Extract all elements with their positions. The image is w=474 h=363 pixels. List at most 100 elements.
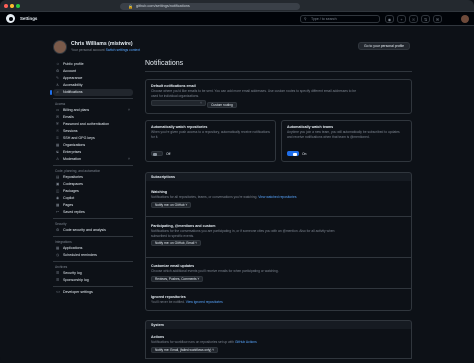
sidebar-divider bbox=[53, 261, 133, 262]
watch-teams-title: Automatically watch teams bbox=[287, 125, 334, 129]
profile-account-type: Your personal account bbox=[71, 48, 105, 52]
inbox-icon[interactable]: ✉ bbox=[433, 14, 442, 23]
watch-repos-toggle[interactable] bbox=[151, 151, 163, 157]
report-icon: ⚠ bbox=[56, 157, 60, 161]
switch-context-link[interactable]: Switch settings context bbox=[106, 48, 141, 52]
customize-row: Customize email updates Choose which add… bbox=[145, 258, 412, 289]
sidebar-item-enterprises[interactable]: ☯ Enterprises bbox=[53, 149, 133, 156]
chevron-down-icon: ˅ bbox=[212, 347, 215, 352]
github-header: Settings ⚲ Type / to search ◉ + ☉ ⇅ ✉ bbox=[0, 12, 474, 26]
accessibility-icon: ♿ bbox=[56, 83, 60, 87]
sidebar-item-account[interactable]: ⚙ Account bbox=[53, 68, 133, 75]
github-logo-icon[interactable] bbox=[6, 14, 15, 23]
sidebar-item-copilot[interactable]: ◉ Copilot bbox=[53, 195, 133, 202]
code-icon: <> bbox=[56, 290, 61, 294]
maximize-window-icon[interactable] bbox=[16, 4, 20, 8]
sidebar-item-codespaces[interactable]: ▣ Codespaces bbox=[53, 181, 133, 188]
sidebar-item-sessions[interactable]: ☉ Sessions bbox=[53, 128, 133, 135]
ignored-row: Ignored repositories You'll never be not… bbox=[145, 289, 412, 311]
sidebar-item-developer-settings[interactable]: <> Developer settings bbox=[53, 289, 133, 296]
sidebar-item-emails[interactable]: ✉ Emails bbox=[53, 114, 133, 121]
actions-title: Actions bbox=[151, 335, 165, 339]
sidebar-item-saved-replies[interactable]: ↩ Saved replies bbox=[53, 209, 133, 216]
watch-teams-toggle-label: On bbox=[302, 151, 307, 156]
go-to-profile-button[interactable]: Go to your personal profile bbox=[358, 42, 410, 50]
sidebar-item-sponsorship-log[interactable]: ☰ Sponsorship log bbox=[53, 277, 133, 284]
profile-avatar bbox=[53, 40, 67, 54]
avatar[interactable] bbox=[461, 14, 469, 23]
issues-icon[interactable]: ☉ bbox=[409, 14, 418, 23]
minimize-window-icon[interactable] bbox=[10, 4, 14, 8]
package-icon: ◫ bbox=[56, 189, 60, 193]
participating-notify-button[interactable]: Notify me: on GitHub, Email ˅ bbox=[151, 239, 202, 246]
sidebar-item-applications[interactable]: ▦ Applications bbox=[53, 245, 133, 252]
search-input[interactable]: ⚲ Type / to search bbox=[300, 14, 380, 23]
actions-notify-button[interactable]: Notify me: Email, (failed workflows only… bbox=[151, 346, 219, 353]
close-window-icon[interactable] bbox=[4, 4, 8, 8]
sidebar-item-accessibility[interactable]: ♿ Accessibility bbox=[53, 82, 133, 89]
broadcast-icon: ☉ bbox=[56, 129, 60, 133]
view-ignored-link[interactable]: View ignored repositories bbox=[186, 300, 223, 304]
sidebar-item-notifications[interactable]: ♫ Notifications bbox=[50, 89, 133, 96]
customize-desc: Choose which additional events you'll re… bbox=[151, 269, 279, 274]
sidebar-divider bbox=[53, 165, 133, 166]
browser-chrome: 🔒 github.com/settings/notifications bbox=[0, 0, 474, 12]
chevron-down-icon: ˅ bbox=[127, 157, 130, 161]
organization-icon: ▦ bbox=[56, 143, 60, 147]
participating-desc: Notifications for the conversations you … bbox=[151, 229, 335, 238]
sidebar-item-packages[interactable]: ◫ Packages bbox=[53, 188, 133, 195]
sidebar-item-organizations[interactable]: ▦ Organizations bbox=[53, 142, 133, 149]
sidebar-item-billing[interactable]: ▭ Billing and plans ˅ bbox=[53, 107, 133, 114]
custom-routing-button[interactable]: Custom routing bbox=[207, 101, 237, 108]
sidebar-item-moderation[interactable]: ⚠ Moderation ˅ bbox=[53, 156, 133, 163]
default-email-desc: Choose where you'd like emails to be sen… bbox=[151, 89, 357, 98]
subscriptions-heading: Subscriptions bbox=[145, 172, 412, 181]
plus-icon[interactable]: + bbox=[397, 14, 406, 23]
apps-icon: ▦ bbox=[56, 246, 60, 250]
watch-repos-desc: When you're given push access to a repos… bbox=[151, 130, 270, 139]
watching-row: Watching Notifications for all repositor… bbox=[145, 181, 412, 217]
watch-teams-toggle[interactable] bbox=[287, 151, 299, 157]
actions-row: Actions Notifications for workflow runs … bbox=[145, 329, 412, 359]
watching-notify-button[interactable]: Notify me: on GitHub ˅ bbox=[151, 201, 192, 208]
sidebar-item-ssh-keys[interactable]: ⚿ SSH and GPG keys bbox=[53, 135, 133, 142]
sidebar-item-password[interactable]: ⛨ Password and authentication bbox=[53, 121, 133, 128]
profile-name: Chris Williams (mistwire) bbox=[71, 41, 133, 47]
sidebar-item-repositories[interactable]: ▤ Repositories bbox=[53, 174, 133, 181]
system-heading: System bbox=[145, 320, 412, 329]
address-bar-text: github.com/settings/notifications bbox=[136, 3, 190, 8]
copilot-icon[interactable]: ◉ bbox=[385, 14, 394, 23]
watch-repos-box: Automatically watch repositories When yo… bbox=[145, 120, 276, 162]
address-bar[interactable]: 🔒 github.com/settings/notifications bbox=[120, 2, 300, 10]
mail-icon: ✉ bbox=[56, 115, 60, 119]
sidebar-item-appearance[interactable]: ✎ Appearance bbox=[53, 75, 133, 82]
sidebar-item-scheduled-reminders[interactable]: ◷ Scheduled reminders bbox=[53, 252, 133, 259]
gear-icon: ⚙ bbox=[56, 69, 60, 73]
clock-icon: ◷ bbox=[56, 253, 60, 257]
person-icon: ☺ bbox=[56, 62, 60, 66]
watch-teams-box: Automatically watch teams Anytime you jo… bbox=[281, 120, 412, 162]
email-select[interactable]: ˅ bbox=[151, 99, 206, 106]
codescan-icon: ⚙ bbox=[56, 228, 60, 232]
codespaces-icon: ▣ bbox=[56, 182, 60, 186]
view-watched-link[interactable]: View watched repositories bbox=[258, 195, 296, 199]
participating-title: Participating, @mentions and custom bbox=[151, 224, 216, 228]
sidebar-item-public-profile[interactable]: ☺ Public profile bbox=[53, 61, 133, 68]
sidebar-item-pages[interactable]: ▩ Pages bbox=[53, 202, 133, 209]
customize-email-button[interactable]: Reviews, Pushes, Comments ˅ bbox=[151, 275, 204, 282]
log-icon: ☰ bbox=[56, 278, 60, 282]
chevron-down-icon: ˅ bbox=[200, 100, 202, 105]
default-email-box: Default notifications email Choose where… bbox=[145, 79, 412, 114]
search-icon: ⚲ bbox=[304, 16, 307, 21]
chevron-down-icon: ˅ bbox=[197, 276, 200, 281]
repo-icon: ▤ bbox=[56, 175, 60, 179]
github-actions-link[interactable]: GitHub Actions bbox=[235, 340, 257, 344]
pull-requests-icon[interactable]: ⇅ bbox=[421, 14, 430, 23]
shield-lock-icon: ⛨ bbox=[56, 122, 59, 126]
credit-card-icon: ▭ bbox=[56, 108, 60, 112]
sidebar-item-code-security[interactable]: ⚙ Code security and analysis bbox=[53, 227, 133, 234]
actions-desc: Notifications for workflow runs on repos… bbox=[151, 340, 257, 345]
watching-title: Watching bbox=[151, 190, 168, 194]
settings-sidebar: ☺ Public profile ⚙ Account ✎ Appearance ♿ Ac… bbox=[50, 61, 133, 296]
sidebar-item-security-log[interactable]: ☰ Security log bbox=[53, 270, 133, 277]
